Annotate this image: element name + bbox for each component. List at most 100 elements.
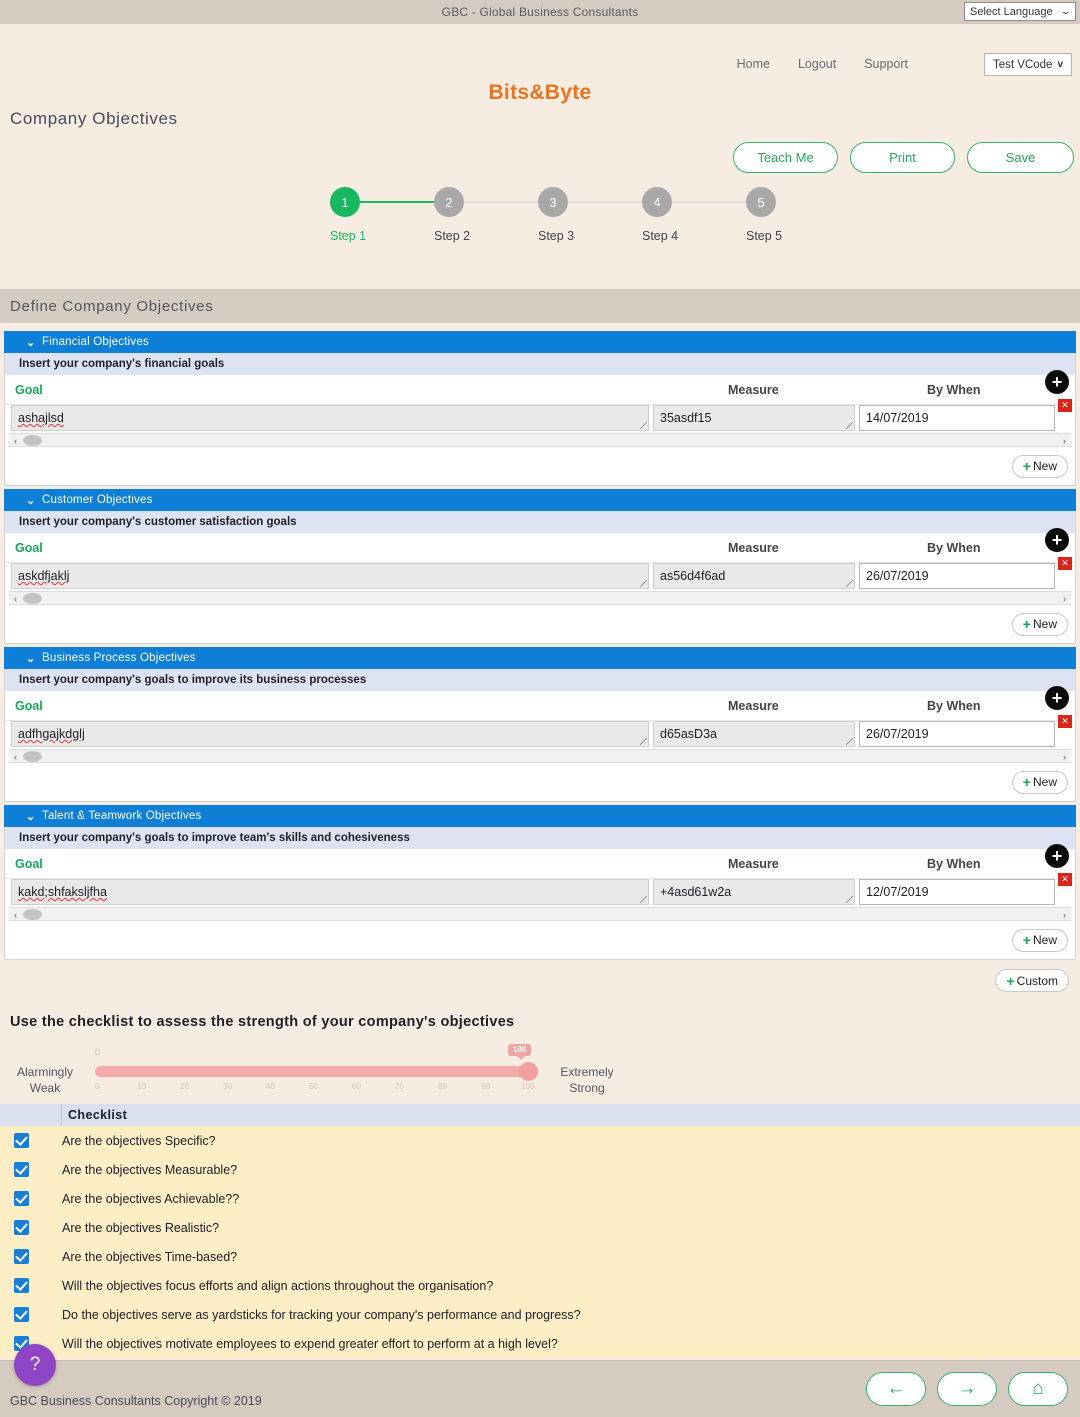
- add-custom-button[interactable]: + Custom: [995, 969, 1069, 992]
- goal-input[interactable]: askdfjaklj: [11, 563, 649, 589]
- measure-input[interactable]: as56d4f6ad: [653, 563, 855, 589]
- slider-label-strong: Extremely Strong: [552, 1064, 622, 1096]
- by-when-input[interactable]: 12/07/2019: [859, 879, 1055, 905]
- resize-handle-icon[interactable]: [640, 580, 647, 587]
- horizontal-scrollbar[interactable]: ‹ ›: [9, 907, 1071, 921]
- resize-handle-icon[interactable]: [846, 580, 853, 587]
- add-new-button[interactable]: + New: [1011, 770, 1068, 794]
- resize-handle-icon[interactable]: [846, 896, 853, 903]
- resize-handle-icon[interactable]: [640, 422, 647, 429]
- help-button[interactable]: ?: [14, 1344, 56, 1386]
- scroll-left-icon[interactable]: ‹: [9, 750, 22, 763]
- grid-header: Goal Measure By When + ✕: [5, 686, 1075, 728]
- nav-link-support[interactable]: Support: [864, 57, 908, 71]
- column-header-measure: Measure: [728, 698, 779, 713]
- list-item: Are the objectives Specific?: [0, 1126, 1080, 1155]
- scrollbar-thumb[interactable]: [23, 909, 42, 920]
- checkbox[interactable]: [14, 1133, 29, 1148]
- add-new-button[interactable]: + New: [1011, 454, 1068, 478]
- add-row-icon[interactable]: +: [1045, 528, 1069, 552]
- scroll-right-icon[interactable]: ›: [1058, 592, 1071, 605]
- slider-track[interactable]: [95, 1066, 530, 1077]
- checklist-item-label: Will the objectives focus efforts and al…: [62, 1278, 494, 1293]
- slider-tick: 40: [266, 1082, 275, 1091]
- next-button[interactable]: →: [937, 1372, 997, 1406]
- slider-tick: 20: [180, 1082, 189, 1091]
- scrollbar-thumb[interactable]: [23, 435, 42, 446]
- by-when-input[interactable]: 26/07/2019: [859, 563, 1055, 589]
- scrollbar-thumb[interactable]: [23, 751, 42, 762]
- vcode-dropdown[interactable]: Test VCode v: [984, 53, 1072, 76]
- checkbox[interactable]: [14, 1191, 29, 1206]
- scroll-left-icon[interactable]: ‹: [9, 908, 22, 921]
- accordion-header[interactable]: ⌄ Business Process Objectives: [4, 647, 1076, 669]
- step-item-1[interactable]: 1 Step 1: [330, 187, 434, 243]
- checklist-checkbox-cell: [0, 1162, 62, 1177]
- resize-handle-icon[interactable]: [846, 738, 853, 745]
- checklist-header-row: Checklist: [0, 1104, 1080, 1126]
- scroll-left-icon[interactable]: ‹: [9, 434, 22, 447]
- goal-input[interactable]: adfhgajkdglj: [11, 721, 649, 747]
- column-header-by-when: By When: [927, 698, 981, 713]
- scroll-right-icon[interactable]: ›: [1058, 750, 1071, 763]
- new-row-area: + New: [5, 447, 1075, 485]
- goal-input[interactable]: kakd;shfaksljfha: [11, 879, 649, 905]
- home-button[interactable]: ⌂: [1008, 1372, 1068, 1406]
- column-header-by-when: By When: [927, 382, 981, 397]
- checkbox[interactable]: [14, 1249, 29, 1264]
- nav-link-home[interactable]: Home: [737, 57, 770, 71]
- step-indicator: 1 Step 1 2 Step 2 3 Step 3 4 Step 4 5 St…: [0, 169, 1080, 289]
- table-row: ashajlsd 35asdf15 14/07/2019: [5, 405, 1075, 431]
- measure-input[interactable]: +4asd61w2a: [653, 879, 855, 905]
- horizontal-scrollbar[interactable]: ‹ ›: [9, 591, 1071, 605]
- step-circle: 5: [746, 187, 776, 217]
- by-when-input[interactable]: 26/07/2019: [859, 721, 1055, 747]
- language-select[interactable]: Select Language ⌄: [964, 2, 1076, 21]
- scrollbar-thumb[interactable]: [23, 593, 42, 604]
- step-item-5[interactable]: 5 Step 5: [746, 187, 850, 243]
- scroll-right-icon[interactable]: ›: [1058, 908, 1071, 921]
- checklist-checkbox-cell: [0, 1278, 62, 1293]
- resize-handle-icon[interactable]: [846, 422, 853, 429]
- add-new-button[interactable]: + New: [1011, 612, 1068, 636]
- slider-tick: 100: [521, 1082, 535, 1091]
- accordion-header[interactable]: ⌄ Talent & Teamwork Objectives: [4, 805, 1076, 827]
- resize-handle-icon[interactable]: [640, 738, 647, 745]
- slider-tick: 50: [309, 1082, 318, 1091]
- goal-input[interactable]: ashajlsd: [11, 405, 649, 431]
- add-row-icon[interactable]: +: [1045, 370, 1069, 394]
- add-new-button[interactable]: + New: [1011, 928, 1068, 952]
- grid-header: Goal Measure By When + ✕: [5, 370, 1075, 412]
- resize-handle-icon[interactable]: [640, 896, 647, 903]
- step-item-3[interactable]: 3 Step 3: [538, 187, 642, 243]
- goal-value: ashajlsd: [18, 411, 64, 425]
- measure-value: d65asD3a: [660, 727, 717, 741]
- slider-thumb[interactable]: [519, 1062, 538, 1081]
- checkbox[interactable]: [14, 1162, 29, 1177]
- checkbox[interactable]: [14, 1220, 29, 1235]
- measure-input[interactable]: 35asdf15: [653, 405, 855, 431]
- step-label: Step 1: [330, 229, 367, 243]
- by-when-input[interactable]: 14/07/2019: [859, 405, 1055, 431]
- add-row-icon[interactable]: +: [1045, 686, 1069, 710]
- horizontal-scrollbar[interactable]: ‹ ›: [9, 749, 1071, 763]
- nav-link-logout[interactable]: Logout: [798, 57, 836, 71]
- checkbox[interactable]: [14, 1307, 29, 1322]
- scroll-right-icon[interactable]: ›: [1058, 434, 1071, 447]
- column-header-goal: Goal: [15, 856, 43, 871]
- step-item-2[interactable]: 2 Step 2: [434, 187, 538, 243]
- step-connector: [464, 201, 538, 203]
- accordion-header[interactable]: ⌄ Financial Objectives: [4, 331, 1076, 353]
- scroll-left-icon[interactable]: ‹: [9, 592, 22, 605]
- add-row-icon[interactable]: +: [1045, 844, 1069, 868]
- slider-label-weak-line2: Weak: [29, 1081, 61, 1095]
- measure-input[interactable]: d65asD3a: [653, 721, 855, 747]
- horizontal-scrollbar[interactable]: ‹ ›: [9, 433, 1071, 447]
- step-item-4[interactable]: 4 Step 4: [642, 187, 746, 243]
- slider-tick: 30: [223, 1082, 232, 1091]
- checkbox[interactable]: [14, 1278, 29, 1293]
- goal-value: adfhgajkdglj: [18, 727, 85, 741]
- previous-button[interactable]: ←: [866, 1372, 926, 1406]
- table-row: adfhgajkdglj d65asD3a 26/07/2019: [5, 721, 1075, 747]
- accordion-header[interactable]: ⌄ Customer Objectives: [4, 489, 1076, 511]
